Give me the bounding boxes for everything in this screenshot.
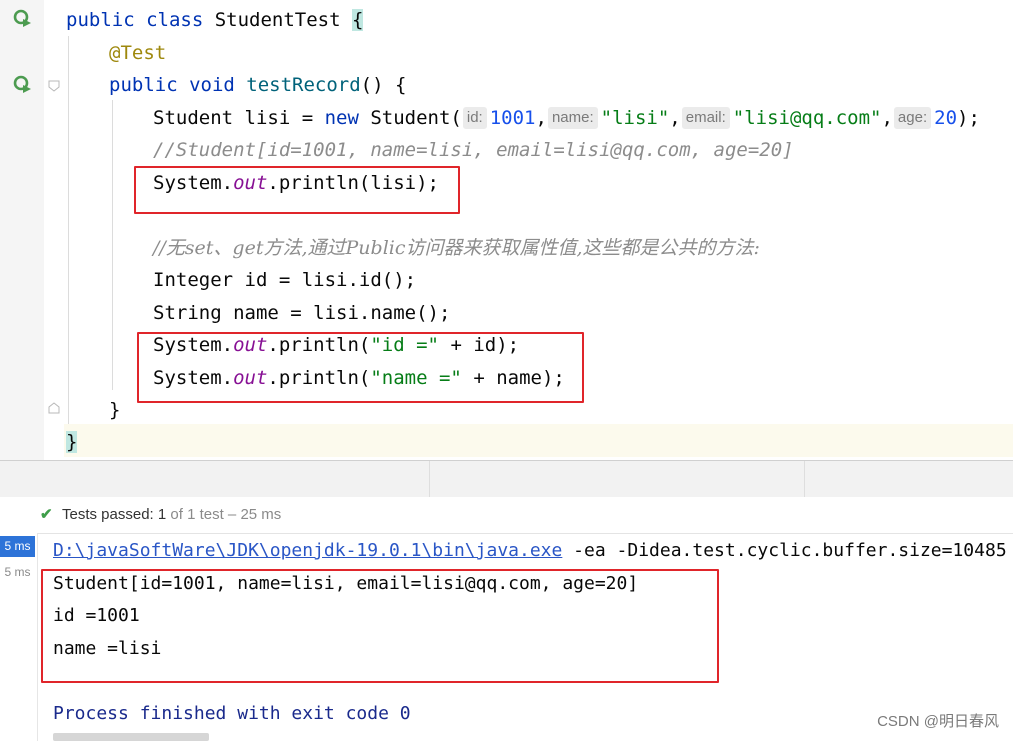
code-line-10: String name = lisi.name(); [153,297,450,330]
run-test-method-icon[interactable] [12,74,34,96]
code-token: Student lisi = [153,107,325,129]
indent-guide [68,36,69,424]
check-icon: ✔ [40,506,53,523]
code-line-3: public void testRecord() { [109,69,406,102]
code-line-8: //无set、get方法,通过Public访问器来获取属性值,这些都是公共的方法… [153,232,760,265]
editor-gutter [0,0,45,460]
annotation-token: @Test [109,42,167,64]
indent-guide [112,100,113,390]
code-editor[interactable]: public class StudentTest { @Test public … [0,0,1013,460]
code-line-5: //Student[id=1001, name=lisi, email=lisi… [153,134,794,167]
code-line-14: } [66,426,78,459]
horizontal-scrollbar[interactable] [53,733,209,741]
param-hint-name: name: [547,107,598,129]
code-line-4: Student lisi = new Student(id: 1001, name:… [153,102,980,135]
fold-marker-icon[interactable] [48,80,60,92]
matched-brace: } [66,431,78,453]
param-hint-id: id: [462,107,487,129]
code-token: ); [957,107,980,129]
code-comment: //Student[id=1001, name=lisi, email=lisi… [153,139,794,161]
param-hint-age: age: [893,107,932,129]
code-line-2: @Test [109,37,166,70]
watermark: CSDN @明日春风 [877,713,999,730]
splitter-divider [429,461,430,498]
code-token: } [109,399,121,421]
java-exe-link[interactable]: D:\javaSoftWare\JDK\openjdk-19.0.1\bin\j… [53,540,562,561]
code-token: "lisi" [600,107,670,129]
splitter-divider [804,461,805,498]
matched-brace: { [352,9,364,31]
param-hint-email: email: [681,107,730,129]
highlight-box [134,166,460,214]
test-status-bar: ✔ Tests passed: 1 of 1 test – 25 ms [0,497,1013,534]
code-token: public class [66,9,215,31]
command-args: -ea -Didea.test.cyclic.buffer.size=10485 [562,540,1007,561]
test-status-text: Tests passed: 1 of 1 test – 25 ms [62,497,281,533]
code-token: () { [360,74,407,96]
status-count: 1 [157,506,167,523]
code-token: 1001 [489,107,536,129]
code-line-1: public class StudentTest { [66,4,364,37]
code-line-9: Integer id = lisi.id(); [153,264,416,297]
status-label: Tests passed: [62,506,158,523]
code-token: , [669,107,681,129]
highlight-box [41,569,719,683]
code-comment: //无set、get方法,通过Public访问器来获取属性值,这些都是公共的方法… [153,237,760,259]
code-token: new [324,107,371,129]
process-exit-line: Process finished with exit code 0 [53,703,411,724]
code-token: StudentTest [214,9,352,31]
highlight-box [137,332,584,403]
panel-splitter[interactable] [0,460,1013,498]
test-duration-selected[interactable]: 5 ms [0,536,35,557]
method-name: testRecord [246,74,361,96]
fold-column [44,0,64,460]
code-line-13: } [109,394,120,427]
code-token: Integer id = lisi.id(); [153,269,417,291]
test-duration[interactable]: 5 ms [0,563,35,581]
code-token: "lisi@qq.com" [732,107,882,129]
status-detail: of 1 test – 25 ms [166,506,282,523]
code-token: 20 [934,107,958,129]
console-command-line: D:\javaSoftWare\JDK\openjdk-19.0.1\bin\j… [53,535,1007,567]
code-token: , [535,107,547,129]
current-line-highlight [0,424,1013,457]
fold-marker-end-icon[interactable] [48,402,60,414]
code-token: Student( [370,107,462,129]
code-token: public void [109,74,247,96]
code-token: , [881,107,893,129]
code-token: String name = lisi.name(); [153,302,451,324]
run-test-class-icon[interactable] [12,8,34,30]
